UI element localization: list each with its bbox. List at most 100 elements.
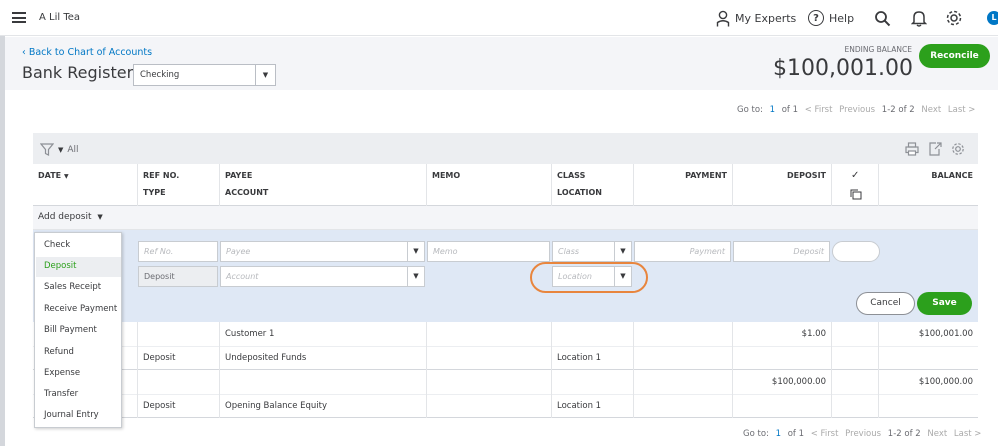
- class-select[interactable]: Class ▼: [552, 241, 632, 262]
- previous-page-link[interactable]: Previous: [845, 429, 881, 439]
- grid-line: [732, 164, 733, 206]
- account-placeholder: Account: [226, 272, 259, 281]
- grid-line: [219, 322, 220, 418]
- menu-item-sales-receipt[interactable]: Sales Receipt: [44, 282, 101, 292]
- menu-item-journal-entry[interactable]: Journal Entry: [44, 410, 99, 420]
- caret-down-icon: ▼: [407, 242, 424, 261]
- row-account: Undeposited Funds: [225, 353, 307, 363]
- col-account: ACCOUNT: [225, 188, 269, 197]
- col-reconciled-check: ✓: [851, 170, 860, 181]
- grid-toolbar: [33, 133, 978, 164]
- page-title: Bank Register: [22, 63, 134, 82]
- first-page-link[interactable]: < First: [811, 429, 839, 439]
- grid-line: [633, 164, 634, 206]
- deposit-input[interactable]: Deposit: [733, 241, 830, 262]
- menu-item-transfer[interactable]: Transfer: [44, 389, 78, 399]
- avatar[interactable]: L: [987, 11, 998, 25]
- row-account: Opening Balance Equity: [225, 401, 328, 411]
- export-icon[interactable]: [928, 142, 942, 156]
- page-range: 1-2 of 2: [887, 429, 921, 439]
- back-link[interactable]: ‹ Back to Chart of Accounts: [22, 47, 152, 58]
- grid-line: [137, 322, 138, 418]
- grid-line: [831, 164, 832, 206]
- print-icon[interactable]: [905, 142, 919, 156]
- menu-icon[interactable]: [12, 12, 26, 23]
- col-date[interactable]: DATE ▼: [38, 171, 69, 180]
- gear-icon[interactable]: [945, 9, 963, 27]
- reconcile-button[interactable]: Reconcile: [919, 44, 990, 68]
- bell-icon[interactable]: [911, 9, 927, 27]
- cancel-button[interactable]: Cancel: [856, 292, 915, 315]
- page-input[interactable]: 1: [770, 105, 775, 115]
- grid-line: [831, 322, 832, 418]
- row-deposit: $100,000.00: [771, 377, 826, 387]
- account-select[interactable]: Checking ▼: [133, 64, 276, 86]
- last-page-link[interactable]: Last >: [948, 105, 976, 115]
- memo-input[interactable]: Memo: [427, 241, 550, 262]
- person-icon: [716, 10, 730, 26]
- next-page-link[interactable]: Next: [927, 429, 947, 439]
- menu-item-check[interactable]: Check: [44, 240, 70, 250]
- col-deposit: DEPOSIT: [787, 171, 826, 180]
- grid-line: [878, 322, 879, 418]
- goto-label: Go to:: [737, 105, 763, 115]
- grid-line: [426, 322, 427, 418]
- menu-item-receive-payment[interactable]: Receive Payment: [44, 304, 117, 314]
- save-button[interactable]: Save: [917, 292, 972, 315]
- ending-balance-amount: $100,001.00: [773, 56, 913, 81]
- row-balance: $100,001.00: [918, 329, 973, 339]
- row-location: Location 1: [557, 353, 602, 363]
- account-select-value: Checking: [140, 70, 180, 80]
- payee-select[interactable]: Payee ▼: [220, 241, 425, 262]
- first-page-link[interactable]: < First: [805, 105, 833, 115]
- next-page-link[interactable]: Next: [921, 105, 941, 115]
- caret-down-icon: ▼: [58, 145, 64, 154]
- back-link-label: Back to Chart of Accounts: [28, 47, 153, 58]
- reconcile-status-toggle[interactable]: [832, 241, 880, 262]
- row-location: Location 1: [557, 401, 602, 411]
- last-page-link[interactable]: Last >: [954, 429, 982, 439]
- my-experts-button[interactable]: My Experts: [716, 9, 796, 27]
- copy-icon: [850, 189, 862, 200]
- col-class: CLASS: [557, 171, 586, 180]
- filter-label: All: [67, 144, 79, 155]
- payment-input[interactable]: Payment: [634, 241, 731, 262]
- grid-line: [551, 164, 552, 206]
- row-type: Deposit: [143, 353, 176, 363]
- type-field: Deposit: [138, 266, 218, 287]
- caret-down-icon: ▼: [255, 65, 275, 85]
- col-memo: MEMO: [432, 171, 461, 180]
- row-type: Deposit: [143, 401, 176, 411]
- row-payee: Customer 1: [225, 329, 275, 339]
- grid-line: [732, 322, 733, 418]
- caret-down-icon: ▼: [97, 213, 103, 221]
- highlight-annotation: [530, 262, 648, 293]
- row-balance: $100,000.00: [918, 377, 973, 387]
- add-deposit-label: Add deposit: [38, 212, 92, 222]
- page-range: 1-2 of 2: [881, 105, 915, 115]
- menu-item-expense[interactable]: Expense: [44, 368, 80, 378]
- left-edge: [0, 36, 5, 446]
- search-icon[interactable]: [874, 10, 891, 27]
- grid-line: [137, 164, 138, 206]
- account-select-field[interactable]: Account ▼: [220, 266, 425, 287]
- ref-no-input[interactable]: Ref No.: [138, 241, 218, 262]
- col-payee: PAYEE: [225, 171, 253, 180]
- page-input[interactable]: 1: [776, 429, 781, 439]
- col-type: TYPE: [143, 188, 166, 197]
- menu-item-deposit[interactable]: Deposit: [44, 261, 77, 271]
- caret-down-icon: ▼: [407, 267, 424, 286]
- company-name: A Lil Tea: [39, 12, 81, 23]
- settings-icon[interactable]: [951, 142, 965, 156]
- menu-item-refund[interactable]: Refund: [44, 347, 74, 357]
- filter-icon: [40, 143, 54, 156]
- previous-page-link[interactable]: Previous: [839, 105, 875, 115]
- help-button[interactable]: ? Help: [808, 9, 854, 27]
- grid-line: [633, 322, 634, 418]
- filter-button[interactable]: ▼ All: [40, 143, 79, 156]
- chevron-left-icon: ‹: [22, 47, 29, 58]
- col-ref-no: REF NO.: [143, 171, 180, 180]
- help-label: Help: [829, 11, 855, 25]
- menu-item-bill-payment[interactable]: Bill Payment: [44, 325, 97, 335]
- add-deposit-button[interactable]: Add deposit ▼: [38, 212, 103, 222]
